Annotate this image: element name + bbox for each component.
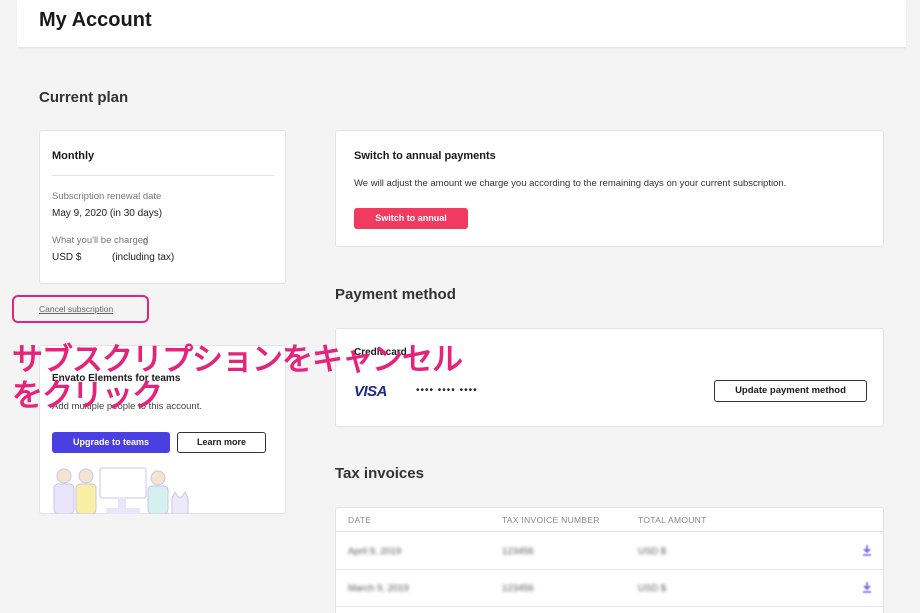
- charge-note: (including tax): [112, 252, 175, 263]
- download-icon[interactable]: [860, 543, 874, 557]
- column-header-date: DATE: [348, 515, 372, 525]
- row-amount: USD $: [638, 546, 666, 557]
- download-icon[interactable]: [860, 580, 874, 594]
- column-header-total-amount: TOTAL AMOUNT: [638, 515, 707, 525]
- masked-card-number: •••• •••• ••••: [416, 385, 478, 396]
- column-header-invoice-number: TAX INVOICE NUMBER: [502, 515, 600, 525]
- table-row: March 9, 2019 123456 USD $: [336, 570, 883, 607]
- upgrade-to-teams-button[interactable]: Upgrade to teams: [52, 432, 170, 453]
- highlight-circle: [12, 295, 149, 323]
- learn-more-button[interactable]: Learn more: [177, 432, 266, 453]
- page-header: My Account: [17, 0, 906, 48]
- row-amount: USD $: [638, 583, 666, 594]
- divider: [52, 175, 274, 176]
- page-title: My Account: [39, 9, 152, 31]
- visa-logo-icon: VISA: [354, 383, 388, 400]
- table-row: April 9, 2019 123456 USD $: [336, 533, 883, 570]
- renewal-label: Subscription renewal date: [52, 191, 162, 202]
- annual-description: We will adjust the amount we charge you …: [354, 178, 787, 189]
- annual-title: Switch to annual payments: [354, 150, 496, 162]
- tax-invoices-heading: Tax invoices: [335, 465, 424, 482]
- annual-card: Switch to annual payments We will adjust…: [335, 130, 884, 247]
- row-date: April 9, 2019: [348, 546, 402, 557]
- switch-to-annual-button[interactable]: Switch to annual: [354, 208, 468, 229]
- row-date: March 9, 2019: [348, 583, 409, 594]
- row-invoice-number: 123456: [502, 583, 534, 594]
- row-invoice-number: 123456: [502, 546, 534, 557]
- annotation-line-2: をクリック: [12, 378, 163, 414]
- update-payment-method-button[interactable]: Update payment method: [714, 380, 867, 402]
- payment-method-heading: Payment method: [335, 286, 456, 303]
- charge-currency: USD $: [52, 252, 82, 263]
- teams-illustration: [53, 467, 189, 514]
- tax-invoices-table: DATE TAX INVOICE NUMBER TOTAL AMOUNT Apr…: [335, 507, 884, 613]
- charge-stray-char: 0: [143, 237, 149, 247]
- charge-label: What you'll be charged: [52, 235, 149, 246]
- renewal-value: May 9, 2020 (in 30 days): [52, 208, 163, 219]
- plan-name: Monthly: [52, 150, 95, 162]
- table-header: DATE TAX INVOICE NUMBER TOTAL AMOUNT: [336, 508, 883, 532]
- current-plan-heading: Current plan: [39, 89, 129, 106]
- plan-card: Monthly Subscription renewal date May 9,…: [39, 130, 286, 284]
